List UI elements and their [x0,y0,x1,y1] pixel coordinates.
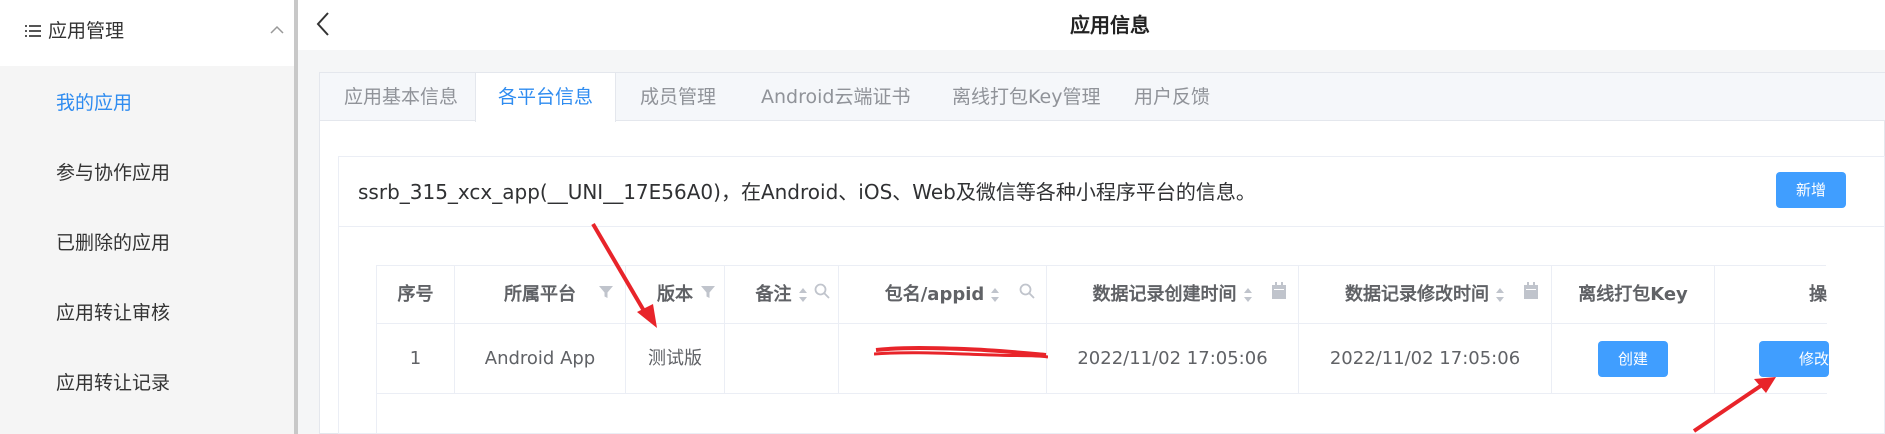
col-actions: 操 [1715,266,1827,324]
col-version: 版本 [626,266,725,324]
sidebar-item-label: 已删除的应用 [56,232,171,254]
cell-offline-key: 创建 [1552,324,1715,394]
sort-icon[interactable] [1495,286,1505,304]
tab-offline-key[interactable]: 离线打包Key管理 [952,73,1100,121]
cell-index: 1 [377,324,455,394]
col-created: 数据记录创建时间 [1047,266,1299,324]
sidebar-item-transfer-records[interactable]: 应用转让记录 [0,348,294,418]
cell-platform: Android App [455,324,626,394]
col-label: 操 [1809,284,1827,305]
back-arrow-icon[interactable] [315,11,331,37]
sidebar-scrollbar[interactable] [294,0,298,434]
col-label: 备注 [755,284,792,305]
col-label: 数据记录创建时间 [1092,284,1237,305]
list-icon [25,25,41,37]
tab-android-cert[interactable]: Android云端证书 [761,73,910,121]
top-bar: 应用信息 [298,0,1885,50]
cell-remark [725,324,839,394]
sidebar-item-collaborative-apps[interactable]: 参与协作应用 [0,138,294,208]
calendar-icon[interactable] [1271,282,1287,300]
col-label: 包名/appid [884,284,985,305]
search-icon[interactable] [1019,283,1035,299]
page-title: 应用信息 [1070,13,1150,37]
app-management-menu[interactable]: 应用管理 [0,0,294,66]
card-header: ssrb_315_xcx_app(__UNI__17E56A0)，在Androi… [339,157,1884,227]
col-label: 版本 [657,284,693,305]
chevron-up-icon[interactable] [270,25,284,35]
sidebar-item-label: 我的应用 [56,92,133,114]
filter-icon[interactable] [598,284,614,300]
col-index: 序号 [377,266,455,324]
cell-actions: 修改 [1715,324,1829,394]
col-label: 序号 [397,284,434,305]
sidebar-item-label: 应用转让记录 [56,372,171,394]
col-offline-key: 离线打包Key [1552,266,1715,324]
sort-icon[interactable] [990,286,1000,304]
tab-basic-info[interactable]: 应用基本信息 [344,73,458,121]
search-icon[interactable] [814,283,830,299]
edit-button[interactable]: 修改 [1759,341,1829,377]
col-platform: 所属平台 [455,266,626,324]
sidebar-item-deleted-apps[interactable]: 已删除的应用 [0,208,294,278]
sidebar-item-transfer-review[interactable]: 应用转让审核 [0,278,294,348]
cell-version: 测试版 [626,324,725,394]
menu-section-title: 应用管理 [48,20,125,42]
platform-table: 序号 所属平台 版本 备注 包名/appid 数据记录创建时间 数据记录修改时间… [376,265,1829,434]
tab-platform-info[interactable]: 各平台信息 [475,73,616,122]
sidebar-item-label: 参与协作应用 [56,162,171,184]
create-key-button[interactable]: 创建 [1598,341,1668,377]
sort-icon[interactable] [798,286,808,304]
sort-icon[interactable] [1243,286,1253,304]
filter-icon[interactable] [700,284,716,300]
col-remark: 备注 [725,266,839,324]
col-label: 所属平台 [504,284,576,305]
app-platform-description: ssrb_315_xcx_app(__UNI__17E56A0)，在Androi… [358,180,1256,204]
col-appid: 包名/appid [839,266,1047,324]
col-modified: 数据记录修改时间 [1299,266,1552,324]
sidebar: 应用管理 我的应用 参与协作应用 已删除的应用 应用转让审核 应用转让记录 [0,0,294,434]
tab-feedback[interactable]: 用户反馈 [1134,73,1210,121]
cell-modified: 2022/11/02 17:05:06 [1299,324,1552,394]
cell-created: 2022/11/02 17:05:06 [1047,324,1299,394]
calendar-icon[interactable] [1523,282,1539,300]
col-label: 离线打包Key [1578,284,1688,305]
redaction-scribble [874,346,1048,359]
sidebar-item-label: 应用转让审核 [56,302,171,324]
tab-members[interactable]: 成员管理 [640,73,716,121]
add-button[interactable]: 新增 [1776,172,1846,208]
tab-bar: 应用基本信息 各平台信息 成员管理 Android云端证书 离线打包Key管理 … [320,73,1885,122]
sidebar-item-my-apps[interactable]: 我的应用 [0,68,294,138]
col-label: 数据记录修改时间 [1345,284,1489,305]
